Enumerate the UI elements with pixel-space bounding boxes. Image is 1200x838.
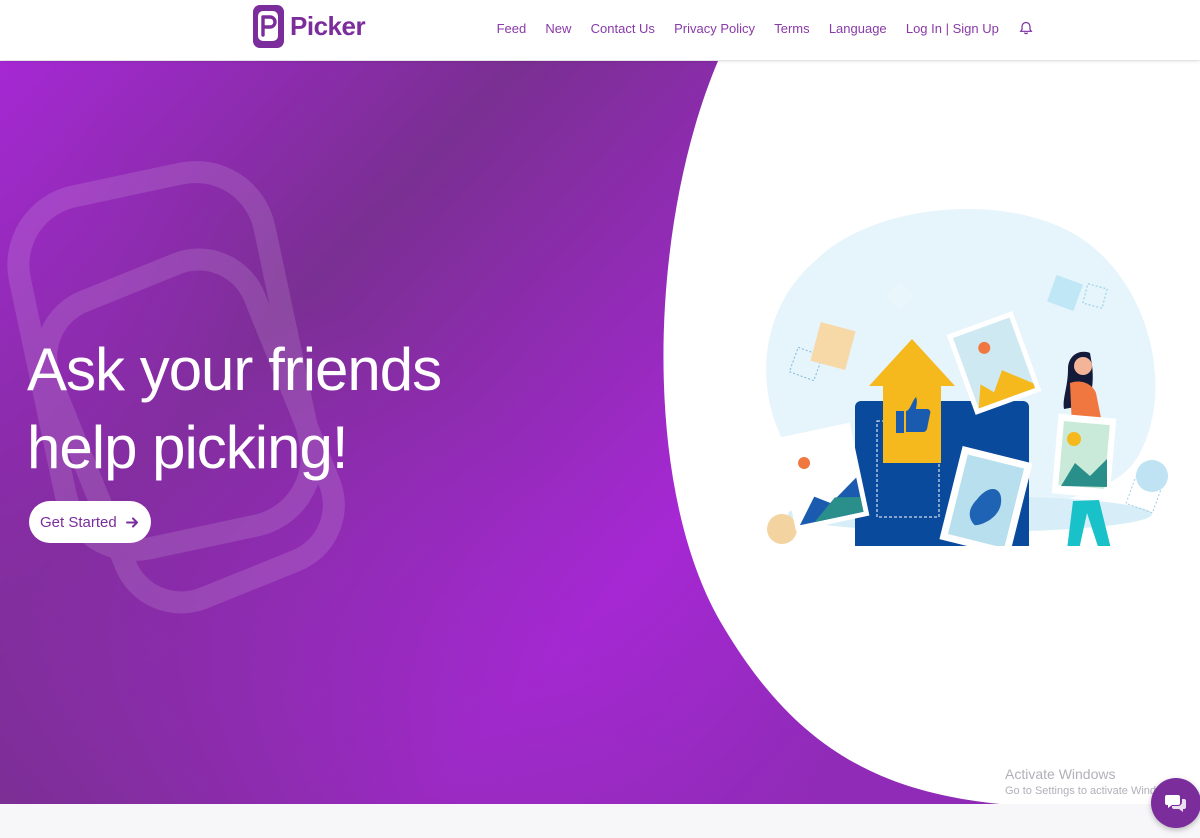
main-nav: Feed New Contact Us Privacy Policy Terms… (487, 0, 1033, 56)
brand-name: Picker (290, 11, 366, 41)
nav-link-contact-us[interactable]: Contact Us (581, 21, 665, 36)
arrow-right-icon (125, 517, 138, 527)
picker-logo-icon (253, 5, 284, 48)
hero-illustration (766, 208, 1168, 546)
top-navbar: Picker Feed New Contact Us Privacy Polic… (0, 0, 1200, 60)
hero-section: Ask your friends help picking! Get Start… (0, 61, 1200, 804)
activate-windows-title: Activate Windows (1005, 766, 1116, 782)
nav-link-terms[interactable]: Terms (765, 21, 820, 36)
hero-title: Ask your friends help picking! (27, 331, 447, 487)
brand-logo-link[interactable]: Picker (252, 4, 366, 49)
nav-link-new[interactable]: New (536, 21, 581, 36)
hero-title-line-2: help picking! (27, 414, 349, 481)
get-started-button[interactable]: Get Started (29, 501, 151, 543)
get-started-label: Get Started (40, 513, 117, 531)
nav-link-language[interactable]: Language (819, 21, 896, 36)
hero-title-line-1: Ask your friends (27, 336, 442, 403)
footer-strip (0, 804, 1200, 838)
chat-bubbles-icon (1165, 795, 1186, 812)
login-signup-link[interactable]: Log In | Sign Up (896, 21, 1011, 36)
nav-link-privacy-policy[interactable]: Privacy Policy (665, 21, 765, 36)
nav-link-feed[interactable]: Feed (487, 21, 536, 36)
bell-icon[interactable] (1019, 21, 1033, 35)
chat-button[interactable] (1151, 778, 1200, 828)
